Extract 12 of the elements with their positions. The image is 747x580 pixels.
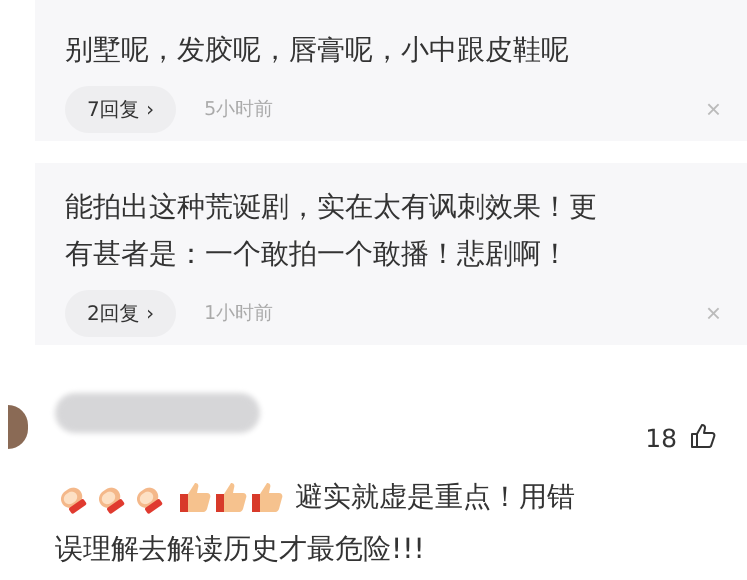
comment-line: 能拍出这种荒诞剧，实在太有讽刺效果！更 <box>65 189 597 225</box>
timestamp: 1小时前 <box>204 301 274 326</box>
comment-line: 避实就虚是重点！用错 <box>294 480 575 513</box>
replies-button[interactable]: 7回复 › <box>65 86 176 132</box>
comment-line: 有甚者是：一个敢拍一个敢播！悲剧啊！ <box>65 236 569 272</box>
replies-button[interactable]: 2回复 › <box>65 290 176 336</box>
comment-line: 别墅呢，发胶呢，唇膏呢，小中跟皮鞋呢 <box>65 32 569 68</box>
comment-line: 误理解去解读历史才最危险!!! <box>55 531 425 567</box>
thumbs-up-icon[interactable] <box>689 422 717 450</box>
like-count: 18 <box>645 424 677 452</box>
timestamp: 5小时前 <box>204 97 274 122</box>
avatar <box>8 405 28 449</box>
